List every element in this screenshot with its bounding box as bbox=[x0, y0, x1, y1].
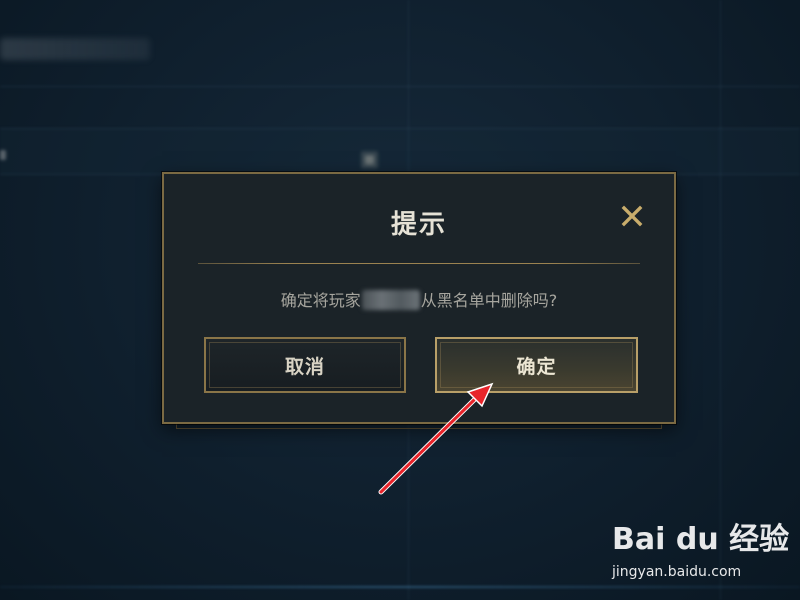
baidu-logo: Bai du 经验 bbox=[612, 522, 790, 557]
annotation-arrow-icon bbox=[378, 382, 494, 495]
watermark-url: jingyan.baidu.com bbox=[612, 564, 742, 580]
baidu-watermark: Bai du 经验 jingyan.baidu.com bbox=[612, 514, 792, 584]
